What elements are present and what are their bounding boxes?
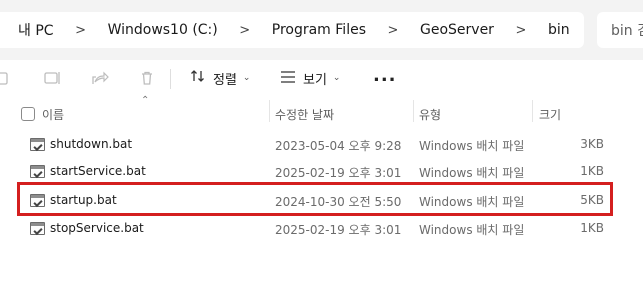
file-size: 1KB (580, 164, 604, 178)
chevron-right-icon[interactable]: > (370, 23, 416, 38)
chevron-right-icon[interactable]: > (222, 23, 268, 38)
view-label: 보기 (303, 72, 327, 88)
column-name[interactable]: 이름 (42, 106, 64, 123)
breadcrumb-item-drive[interactable]: Windows10 (C:) (104, 22, 222, 38)
column-date[interactable]: 수정한 날짜 (275, 106, 334, 123)
select-all-checkbox[interactable] (21, 107, 35, 121)
file-type: Windows 배치 파일 (419, 223, 525, 237)
breadcrumb-item-geoserver[interactable]: GeoServer (416, 22, 498, 38)
breadcrumb-item-program-files[interactable]: Program Files (268, 22, 370, 38)
file-row[interactable]: shutdown.bat 2023-05-04 오후 9:28 Windows … (0, 131, 643, 159)
more-options-button[interactable]: ... (373, 65, 397, 86)
column-divider[interactable] (413, 100, 414, 122)
file-size: 3KB (580, 137, 604, 151)
column-divider[interactable] (269, 100, 270, 122)
file-name: stopService.bat (50, 221, 144, 235)
file-name: startService.bat (50, 164, 146, 178)
search-input[interactable]: bin 검 (597, 12, 643, 48)
batch-file-icon (30, 222, 45, 235)
chevron-down-icon: ⌄ (332, 73, 341, 83)
view-list-icon (280, 69, 296, 87)
batch-file-icon (30, 138, 45, 151)
column-type[interactable]: 유형 (419, 106, 441, 123)
address-bar: 내 PC > Windows10 (C:) > Program Files > … (0, 0, 643, 60)
file-name: shutdown.bat (50, 137, 133, 151)
file-date: 2025-02-19 오후 3:01 (275, 223, 402, 237)
delete-icon[interactable] (137, 68, 157, 88)
sort-icon (190, 69, 206, 87)
sort-ascending-icon: ⌃ (141, 95, 150, 106)
batch-file-icon (30, 165, 45, 178)
file-size: 1KB (580, 221, 604, 235)
column-divider[interactable] (532, 100, 533, 122)
sort-button[interactable]: 정렬 ⌄ (190, 65, 250, 91)
chevron-right-icon[interactable]: > (58, 23, 104, 38)
breadcrumb-item-bin[interactable]: bin (544, 22, 574, 38)
rename-icon[interactable] (43, 68, 63, 88)
chevron-right-icon[interactable]: > (498, 23, 544, 38)
file-type: Windows 배치 파일 (419, 139, 525, 153)
share-icon[interactable] (90, 68, 110, 88)
highlight-box (17, 182, 613, 216)
file-row[interactable]: stopService.bat 2025-02-19 오후 3:01 Windo… (0, 215, 643, 243)
sort-label: 정렬 (213, 72, 237, 88)
toolbar-divider (170, 69, 171, 89)
command-bar: 정렬 ⌄ 보기 ⌄ ... (0, 60, 643, 96)
copy-icon[interactable] (0, 68, 12, 88)
file-date: 2023-05-04 오후 9:28 (275, 139, 402, 153)
breadcrumb-item-this-pc[interactable]: 내 PC (0, 20, 58, 40)
file-type: Windows 배치 파일 (419, 166, 525, 180)
chevron-down-icon: ⌄ (242, 73, 251, 83)
file-date: 2025-02-19 오후 3:01 (275, 166, 402, 180)
column-size[interactable]: 크기 (539, 106, 561, 123)
column-header: ⌃ 이름 수정한 날짜 유형 크기 (0, 95, 643, 128)
breadcrumb[interactable]: 내 PC > Windows10 (C:) > Program Files > … (0, 12, 584, 48)
view-button[interactable]: 보기 ⌄ (280, 65, 340, 91)
